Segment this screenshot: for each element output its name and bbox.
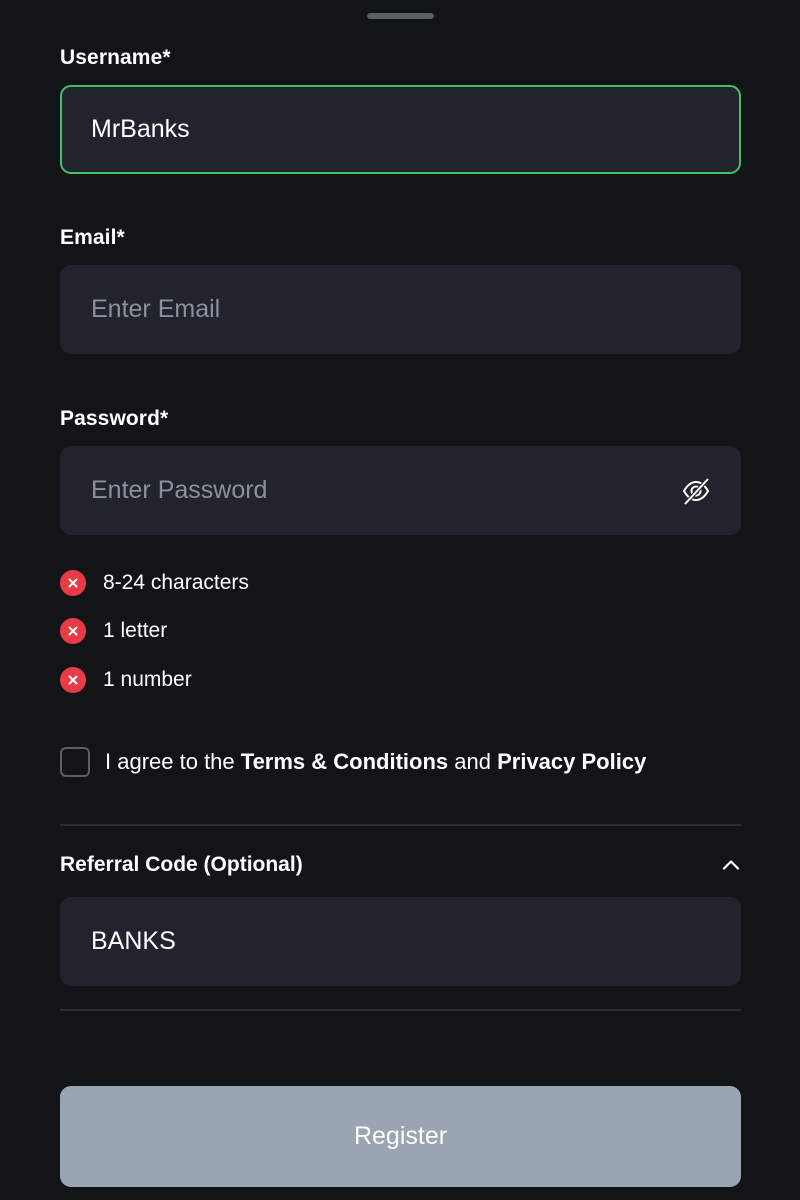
email-input[interactable]: [91, 265, 651, 354]
username-field[interactable]: [60, 85, 741, 174]
privacy-link[interactable]: Privacy Policy: [497, 749, 646, 774]
password-field[interactable]: [60, 446, 741, 535]
terms-link[interactable]: Terms & Conditions: [241, 749, 448, 774]
referral-label: Referral Code (Optional): [60, 853, 303, 876]
error-x-icon: [60, 618, 86, 644]
agreement-row: I agree to the Terms & Conditions and Pr…: [60, 747, 646, 777]
rule-text: 1 letter: [103, 619, 168, 642]
error-x-icon: [60, 570, 86, 596]
referral-input[interactable]: [91, 897, 651, 986]
rule-text: 1 number: [103, 668, 192, 691]
rule-text: 8-24 characters: [103, 571, 249, 594]
password-rule-number: 1 number: [60, 667, 192, 693]
sheet-drag-handle[interactable]: [367, 13, 434, 19]
password-input[interactable]: [91, 446, 651, 535]
register-sheet: Username* Email* Password* 8-24 characte…: [0, 0, 800, 1200]
agree-checkbox[interactable]: [60, 747, 90, 777]
username-input[interactable]: [91, 87, 651, 172]
referral-field[interactable]: [60, 897, 741, 986]
password-label: Password*: [60, 407, 169, 430]
agreement-prefix: I agree to the: [105, 749, 241, 774]
eye-off-icon[interactable]: [681, 476, 711, 506]
chevron-up-icon[interactable]: [721, 855, 741, 875]
divider: [60, 824, 741, 826]
agreement-text: I agree to the Terms & Conditions and Pr…: [105, 749, 646, 775]
email-label: Email*: [60, 226, 125, 249]
referral-toggle[interactable]: Referral Code (Optional): [60, 846, 741, 884]
register-button[interactable]: Register: [60, 1086, 741, 1187]
error-x-icon: [60, 667, 86, 693]
email-field[interactable]: [60, 265, 741, 354]
agreement-joiner: and: [448, 749, 498, 774]
username-label: Username*: [60, 46, 171, 69]
password-rule-letter: 1 letter: [60, 618, 167, 644]
password-rule-length: 8-24 characters: [60, 570, 249, 596]
divider: [60, 1009, 741, 1011]
